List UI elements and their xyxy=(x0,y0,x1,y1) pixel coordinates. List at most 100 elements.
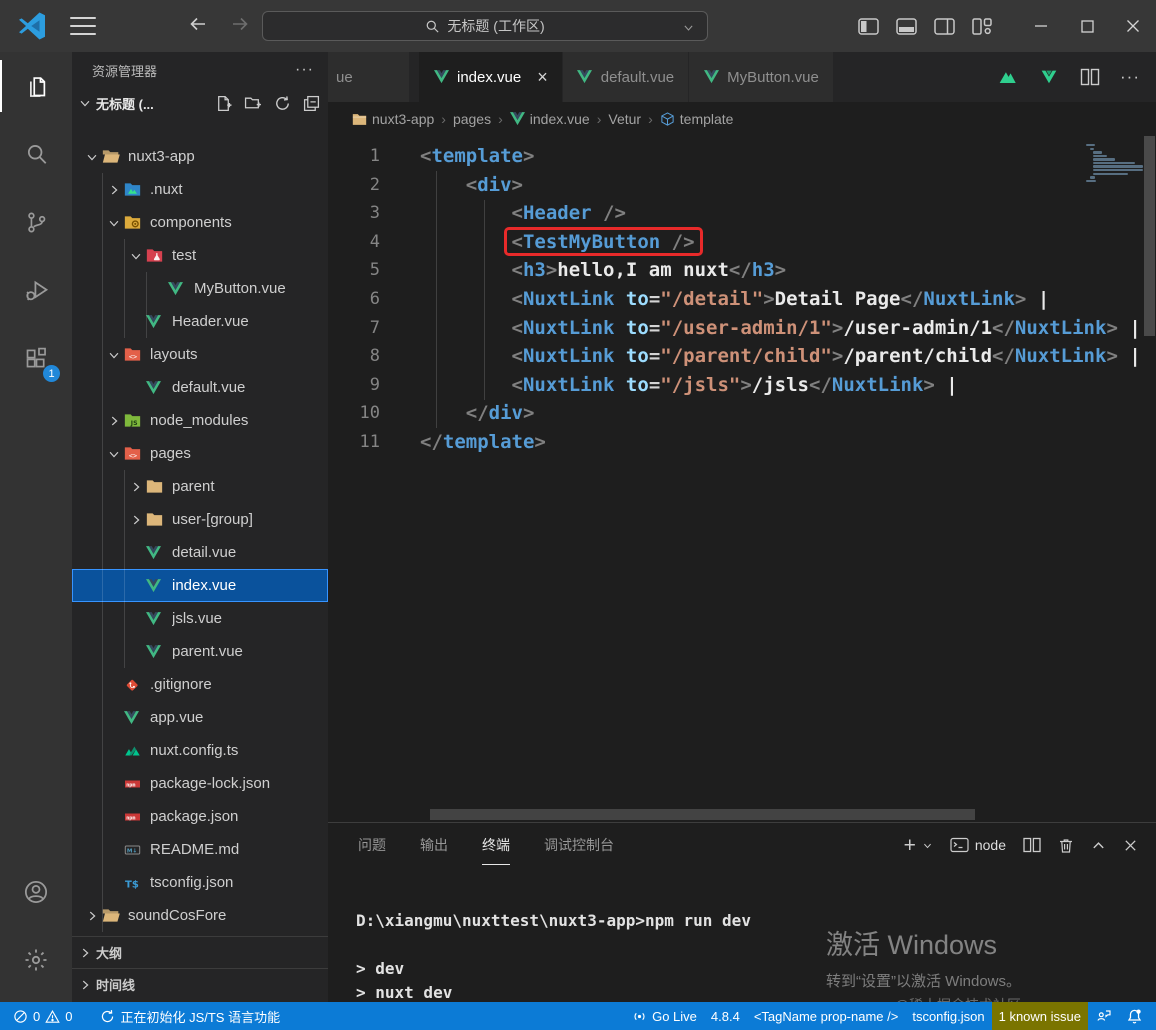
panel-tab-输出[interactable]: 输出 xyxy=(420,831,448,859)
close-tab-icon[interactable]: × xyxy=(537,68,548,86)
code-line-8[interactable]: 8 <NuxtLink to="/parent/child">/parent/ch… xyxy=(328,342,1141,371)
new-folder-icon[interactable] xyxy=(244,95,262,112)
run-debug-icon[interactable] xyxy=(0,256,72,324)
code-line-1[interactable]: 1 <template> xyxy=(328,142,1068,171)
code-line-10[interactable]: 10 </div> xyxy=(328,399,1068,428)
tree-item-package.json[interactable]: npm package.json xyxy=(72,800,328,833)
tree-item-tsconfig.json[interactable]: T$ tsconfig.json xyxy=(72,866,328,899)
tree-item-pages[interactable]: <> pages xyxy=(72,437,328,470)
tree-item-nuxt.config.ts[interactable]: nuxt.config.ts xyxy=(72,734,328,767)
tree-item-test[interactable]: test xyxy=(72,239,328,272)
tree-item-user-[group][interactable]: user-[group] xyxy=(72,503,328,536)
horizontal-scrollbar[interactable] xyxy=(328,809,1156,821)
tree-item-nuxt3-app[interactable]: nuxt3-app xyxy=(72,140,328,173)
tree-item-jsls.vue[interactable]: jsls.vue xyxy=(72,602,328,635)
code-line-4[interactable]: 4 <TestMyButton /> xyxy=(328,228,1068,257)
tree-item-package-lock.json[interactable]: npm package-lock.json xyxy=(72,767,328,800)
tree-item-detail.vue[interactable]: detail.vue xyxy=(72,536,328,569)
minimap[interactable] xyxy=(1086,144,1143,183)
extensions-icon[interactable]: 1 xyxy=(0,324,72,392)
code-line-3[interactable]: 3 <Header /> xyxy=(328,199,1068,228)
tree-item-.nuxt[interactable]: .nuxt xyxy=(72,173,328,206)
split-editor-icon[interactable] xyxy=(1080,67,1100,87)
notifications-bell-icon[interactable] xyxy=(1119,1002,1150,1030)
toggle-secondary-sidebar-icon[interactable] xyxy=(934,17,955,35)
terminal-output[interactable]: D:\xiangmu\nuxttest\nuxt3-app>npm run de… xyxy=(328,867,1156,1002)
breadcrumb-item-nuxt3-app[interactable]: nuxt3-app xyxy=(352,111,434,127)
panel-tab-问题[interactable]: 问题 xyxy=(358,831,386,859)
tree-item-parent[interactable]: parent xyxy=(72,470,328,503)
refresh-icon[interactable] xyxy=(274,95,291,112)
known-issue-badge[interactable]: 1 known issue xyxy=(991,1002,1088,1030)
tag-hint-item[interactable]: <TagName prop-name /> xyxy=(747,1002,906,1030)
panel-tab-终端[interactable]: 终端 xyxy=(482,831,510,865)
breadcrumb-item-index.vue[interactable]: index.vue xyxy=(509,111,590,127)
language-features-status[interactable]: 正在初始化 JS/TS 语言功能 xyxy=(93,1002,287,1030)
code-line-9[interactable]: 9 <NuxtLink to="/jsls">/jsls</NuxtLink> | xyxy=(328,371,1068,400)
outline-section[interactable]: 大纲 xyxy=(72,936,328,968)
timeline-section[interactable]: 时间线 xyxy=(72,968,328,1000)
kill-terminal-icon[interactable] xyxy=(1058,837,1074,854)
customize-layout-icon[interactable] xyxy=(972,17,992,35)
terminal-shell-item[interactable]: node xyxy=(950,837,1006,853)
nuxtr-icon[interactable] xyxy=(996,66,1018,88)
close-panel-icon[interactable] xyxy=(1123,838,1138,853)
tree-item-index.vue[interactable]: index.vue xyxy=(72,569,328,602)
nav-forward-icon[interactable] xyxy=(228,12,252,36)
panel-tab-调试控制台[interactable]: 调试控制台 xyxy=(544,831,614,859)
tree-item-default.vue[interactable]: default.vue xyxy=(72,371,328,404)
problems-indicator[interactable]: 0 0 xyxy=(6,1002,79,1030)
tab-MyButton.vue[interactable]: MyButton.vue xyxy=(689,52,834,102)
tab-ue[interactable]: ue xyxy=(328,52,410,102)
breadcrumb-item-template[interactable]: template xyxy=(660,111,733,127)
tsconfig-item[interactable]: tsconfig.json xyxy=(905,1002,991,1030)
code-line-5[interactable]: 5 <h3>hello,I am nuxt</h3> xyxy=(328,256,1068,285)
tree-item-parent.vue[interactable]: parent.vue xyxy=(72,635,328,668)
code-editor[interactable]: 1 <template> 2 <div> 3 <Header /> 4 <TestMyButt… xyxy=(328,136,1156,822)
code-line-6[interactable]: 6 <NuxtLink to="/detail">Detail Page</Nux… xyxy=(328,285,1068,314)
tree-item-node_modules[interactable]: JS node_modules xyxy=(72,404,328,437)
nav-back-icon[interactable] xyxy=(186,12,210,36)
workspace-section-header[interactable]: 无标题 (... xyxy=(72,88,328,118)
minimize-button[interactable] xyxy=(1018,0,1064,52)
chevron-down-icon[interactable] xyxy=(682,21,695,34)
tab-index.vue[interactable]: index.vue × xyxy=(419,52,563,102)
split-terminal-icon[interactable] xyxy=(1023,837,1041,853)
maximize-button[interactable] xyxy=(1064,0,1110,52)
code-line-2[interactable]: 2 <div> xyxy=(328,171,1068,200)
volar-vue-icon[interactable] xyxy=(1038,66,1060,88)
tree-item-soundCosFore[interactable]: soundCosFore xyxy=(72,899,328,932)
tree-item-components[interactable]: components xyxy=(72,206,328,239)
toggle-panel-icon[interactable] xyxy=(896,17,917,35)
close-window-button[interactable] xyxy=(1110,0,1156,52)
go-live-button[interactable]: Go Live xyxy=(625,1002,704,1030)
vertical-scrollbar[interactable] xyxy=(1143,136,1156,822)
explorer-more-actions-icon[interactable]: ··· xyxy=(295,61,314,79)
tree-item-README.md[interactable]: M↓ README.md xyxy=(72,833,328,866)
menu-hamburger-icon[interactable] xyxy=(70,17,96,35)
tree-item-MyButton.vue[interactable]: MyButton.vue xyxy=(72,272,328,305)
tree-item-Header.vue[interactable]: Header.vue xyxy=(72,305,328,338)
source-control-icon[interactable] xyxy=(0,188,72,256)
tree-item-app.vue[interactable]: app.vue xyxy=(72,701,328,734)
breadcrumb-item-Vetur[interactable]: Vetur xyxy=(608,111,641,127)
new-file-icon[interactable] xyxy=(215,95,232,112)
maximize-panel-icon[interactable] xyxy=(1091,838,1106,853)
code-line-11[interactable]: 11 </template> xyxy=(328,428,1068,457)
tab-default.vue[interactable]: default.vue xyxy=(562,52,690,102)
editor-more-actions-icon[interactable]: ··· xyxy=(1120,67,1140,87)
search-sidebar-icon[interactable] xyxy=(0,120,72,188)
tree-item-.gitignore[interactable]: .gitignore xyxy=(72,668,328,701)
command-center-search[interactable]: 无标题 (工作区) xyxy=(262,11,708,41)
breadcrumb-item-pages[interactable]: pages xyxy=(453,111,491,127)
feedback-icon[interactable] xyxy=(1088,1002,1119,1030)
code-line-7[interactable]: 7 <NuxtLink to="/user-admin/1">/user-admi… xyxy=(328,314,1141,343)
account-icon[interactable] xyxy=(0,858,72,926)
tree-item-layouts[interactable]: <> layouts xyxy=(72,338,328,371)
settings-gear-icon[interactable] xyxy=(0,926,72,994)
explorer-icon[interactable] xyxy=(0,52,72,120)
extension-version[interactable]: 4.8.4 xyxy=(704,1002,747,1030)
vertical-scrollbar-thumb[interactable] xyxy=(1144,136,1155,336)
horizontal-scrollbar-thumb[interactable] xyxy=(430,809,975,820)
toggle-sidebar-icon[interactable] xyxy=(858,17,879,35)
